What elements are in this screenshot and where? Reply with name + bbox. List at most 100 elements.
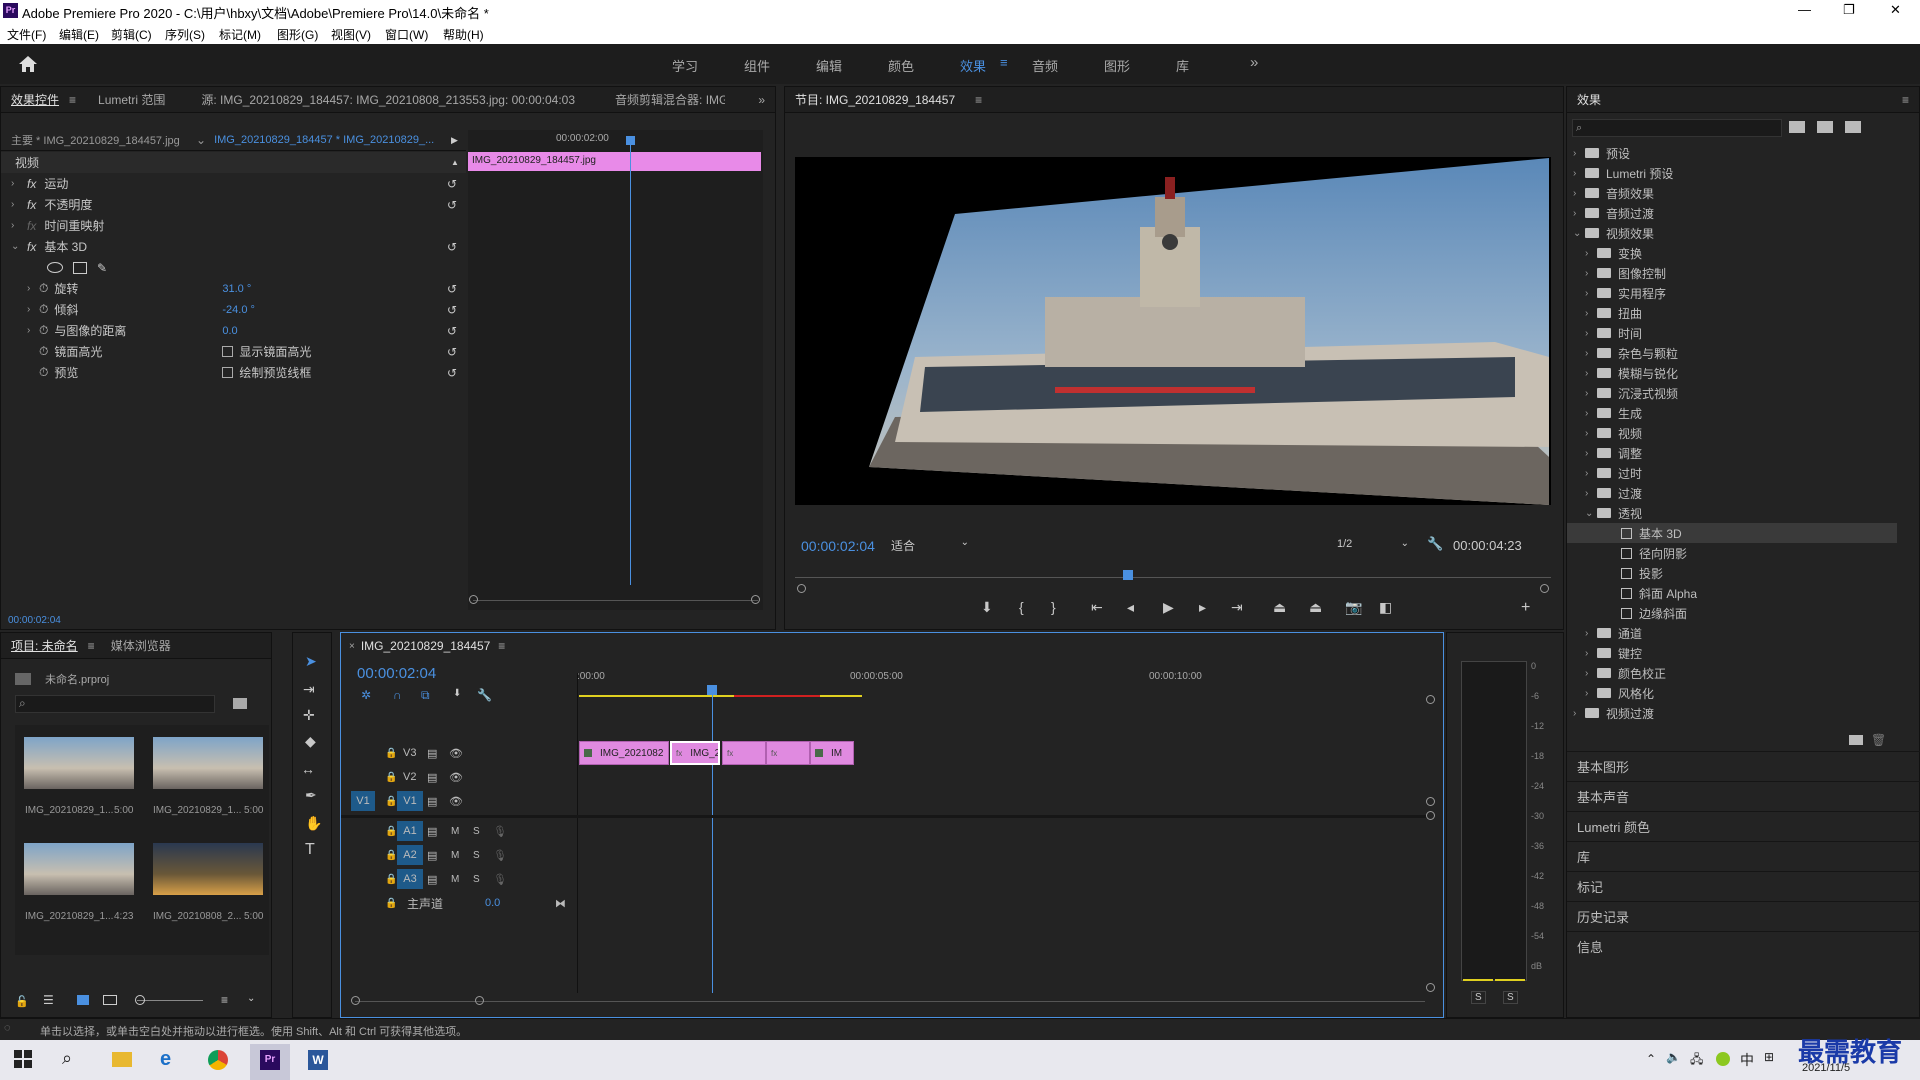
keyboard-icon[interactable]: ⊞ [1764,1050,1774,1064]
workspace-effects[interactable]: 效果 [960,56,986,75]
track-v3[interactable]: 🔒 V3 ▤ 👁 [341,741,577,765]
effects-folder[interactable]: › 实用程序 [1567,283,1897,303]
nest-toggle-icon[interactable]: ✲ [361,688,371,702]
solo-button[interactable]: S [473,826,480,837]
expand-icon[interactable]: › [1585,648,1597,659]
razor-tool-icon[interactable]: ◆ [305,733,316,750]
linked-selection-icon[interactable]: ⧉ [421,688,430,703]
program-scrubber[interactable] [795,570,1551,586]
go-to-in-icon[interactable]: ⇤ [1091,599,1103,616]
hscroll-handle-right[interactable] [475,996,484,1005]
expand-icon[interactable]: › [1573,148,1585,159]
expand-icon[interactable]: › [1585,388,1597,399]
snap-icon[interactable]: ∩ [393,688,402,702]
effects-folder[interactable]: › Lumetri 预设 [1567,163,1897,183]
expand-icon[interactable]: › [1585,308,1597,319]
panel-section-header[interactable]: 标记 [1567,871,1920,901]
workspace-learn[interactable]: 学习 [672,56,698,75]
program-timecode[interactable]: 00:00:02:04 [801,538,875,554]
program-video-frame[interactable] [795,157,1551,505]
vscroll-handle-mid[interactable] [1426,797,1435,806]
edge-browser-icon[interactable]: e [160,1048,171,1071]
menu-file[interactable]: 文件(F) [7,26,46,43]
timeline-clip-1[interactable]: IMG_2021082 [579,741,669,765]
tab-effect-controls[interactable]: 效果控件 [1,91,69,108]
menu-graphics[interactable]: 图形(G) [277,26,318,43]
yuv-effects-icon[interactable] [1845,121,1861,133]
timeline-timecode[interactable]: 00:00:02:04 [357,665,436,682]
solo-left-button[interactable]: S [1471,991,1486,1004]
expand-icon[interactable]: › [1585,488,1597,499]
close-tab-icon[interactable]: × [341,641,359,652]
solo-button[interactable]: S [473,850,480,861]
expand-icon[interactable]: › [11,199,23,210]
resolution-dropdown[interactable]: 1/2 ⌄ [1331,536,1415,554]
step-forward-icon[interactable]: ▸ [1199,599,1206,616]
lock-icon[interactable]: 🔒 [385,874,397,885]
mute-button[interactable]: M [451,826,459,837]
microphone-icon[interactable]: 🎙 [493,873,507,886]
timeline-settings-icon[interactable]: 🔧 [477,688,492,702]
vscroll-handle-bottom[interactable] [1426,983,1435,992]
minimize-button[interactable]: — [1798,2,1811,17]
reset-icon[interactable]: ↺ [447,303,457,317]
effect-row-basic-3d[interactable]: ⌄ fx 基本 3D ↺ [1,236,466,257]
effect-item[interactable]: 边缘斜面 [1567,603,1897,623]
track-a3[interactable]: 🔒 A3 ▤ M S 🎙 [341,867,577,891]
expand-icon[interactable]: › [11,178,23,189]
tab-project[interactable]: 项目: 未命名 [1,637,88,654]
expand-icon[interactable]: › [1585,628,1597,639]
master-clip-label[interactable]: 主要 * IMG_20210829_184457.jpg [11,132,196,148]
scrub-right-handle[interactable] [1540,584,1549,593]
param-preview[interactable]: ⏱ 预览 绘制预览线框 ↺ [1,362,466,383]
effects-folder[interactable]: › 杂色与颗粒 [1567,343,1897,363]
expand-icon[interactable]: › [1573,168,1585,179]
expand-icon[interactable]: › [1585,408,1597,419]
ec-playhead-handle[interactable] [626,136,635,145]
menu-help[interactable]: 帮助(H) [443,26,484,43]
param-specular[interactable]: ⏱ 镜面高光 显示镜面高光 ↺ [1,341,466,362]
hscroll-handle-left[interactable] [351,996,360,1005]
pen-tool-icon[interactable]: ✒ [305,787,317,804]
collapse-icon[interactable]: ⌄ [11,241,23,252]
ec-scroll-bar[interactable] [473,600,758,601]
volume-icon[interactable]: 🔈 [1666,1050,1681,1064]
fx-icon[interactable]: fx [27,198,36,212]
sync-lock-icon[interactable]: ▤ [427,873,437,886]
lock-icon[interactable]: 🔒 [385,826,397,837]
expand-icon[interactable]: › [1585,348,1597,359]
sequence-clip-label[interactable]: IMG_20210829_184457 * IMG_20210829_... [214,134,434,146]
sequence-dropdown-icon[interactable]: ⌄ [196,133,206,147]
play-icon[interactable]: ▶ [1163,599,1174,616]
project-thumb-1[interactable] [24,737,134,789]
ec-clip-bar[interactable]: IMG_20210829_184457.jpg [468,152,761,171]
stopwatch-icon[interactable]: ⏱ [39,302,48,317]
effects-folder[interactable]: › 变换 [1567,243,1897,263]
timeline-clip-2[interactable]: fx IMG_2 [670,741,720,765]
tab-audio-mixer[interactable]: 音频剪辑混合器: IMG_2( [585,91,725,108]
expand-icon[interactable]: › [1585,328,1597,339]
track-a1[interactable]: 🔒 A1 ▤ M S 🎙 [341,819,577,843]
icon-view-icon[interactable] [77,995,89,1005]
effect-item[interactable]: 基本 3D [1567,523,1897,543]
go-to-end-icon[interactable]: ⧓ [555,897,566,910]
slip-tool-icon[interactable]: ↔ [301,761,315,777]
hand-tool-icon[interactable]: ✋ [305,815,322,832]
microphone-icon[interactable]: 🎙 [493,849,507,862]
accelerated-effects-icon[interactable] [1789,121,1805,133]
expand-icon[interactable]: › [1585,268,1597,279]
ec-scroll-left-handle[interactable] [469,595,478,604]
rectangle-mask-icon[interactable] [73,261,87,274]
maximize-button[interactable]: ❐ [1843,2,1855,18]
type-tool-icon[interactable]: T [305,841,315,859]
reset-icon[interactable]: ↺ [447,240,457,254]
selection-tool-icon[interactable]: ➤ [305,653,317,670]
chevron-down-icon[interactable]: ⌄ [247,993,255,1004]
search-icon[interactable]: ⌕ [62,1048,72,1069]
panel-menu-icon[interactable]: ≡ [69,93,88,107]
effects-folder[interactable]: › 沉浸式视频 [1567,383,1897,403]
export-frame-icon[interactable]: 📷 [1345,599,1362,616]
workspace-editing[interactable]: 编辑 [816,56,842,75]
reset-icon[interactable]: ↺ [447,282,457,296]
effect-item[interactable]: 径向阴影 [1567,543,1897,563]
